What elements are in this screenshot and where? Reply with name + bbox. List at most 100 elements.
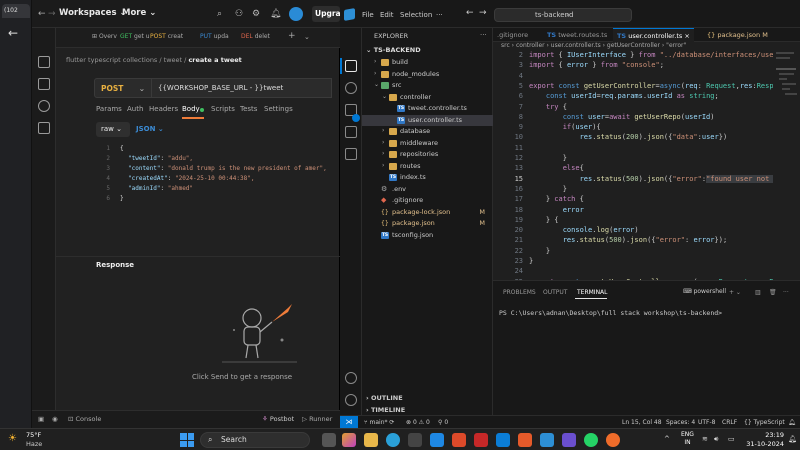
environments-icon[interactable]: [38, 78, 50, 90]
code-line[interactable]: import { error } from "console";: [529, 61, 664, 69]
code-line[interactable]: error: [529, 206, 584, 214]
subtab-tests[interactable]: Tests: [240, 105, 257, 113]
tab-overview[interactable]: ⊞ Overv: [92, 33, 117, 40]
minimap[interactable]: [773, 48, 800, 280]
outlook-icon[interactable]: [496, 433, 510, 447]
forward-arrow-icon[interactable]: →: [479, 8, 487, 18]
wifi-icon[interactable]: ≋: [702, 435, 708, 443]
edge-icon[interactable]: [386, 433, 400, 447]
encoding[interactable]: UTF-8: [698, 419, 716, 426]
cursor-position[interactable]: Ln 15, Col 48: [622, 419, 662, 426]
tree-item[interactable]: {} package.json M: [362, 218, 493, 230]
terminal-shell[interactable]: ⌨ powershell: [683, 288, 726, 295]
subtab-settings[interactable]: Settings: [264, 105, 293, 113]
tree-item[interactable]: {} package-lock.json M: [362, 207, 493, 219]
tree-item[interactable]: ⌄ controller: [362, 92, 493, 104]
subtab-body[interactable]: Body: [182, 105, 200, 113]
code-line[interactable]: res.status(200).json({"data":user}): [529, 133, 728, 141]
git-branch[interactable]: ⑂ main* ⟳: [364, 419, 394, 426]
chevron-up-icon[interactable]: ^: [664, 435, 670, 443]
line-ending[interactable]: CRLF: [722, 419, 737, 426]
indentation[interactable]: Spaces: 4: [666, 419, 695, 426]
battery-icon[interactable]: ▭: [728, 435, 735, 443]
weather-icon[interactable]: ☀: [8, 433, 17, 444]
globe-icon[interactable]: ◉: [52, 415, 58, 423]
request-name[interactable]: create a tweet: [188, 56, 241, 64]
timeline-section[interactable]: › TIMELINE: [366, 406, 405, 414]
chevron-right-icon[interactable]: ›: [374, 70, 376, 77]
app-icon[interactable]: [562, 433, 576, 447]
menu-more-icon[interactable]: ···: [436, 11, 443, 19]
panel-tab-terminal[interactable]: TERMINAL: [577, 289, 608, 296]
more-actions-icon[interactable]: ···: [783, 289, 789, 296]
breadcrumb-folder[interactable]: tweet: [164, 56, 182, 64]
notification-icon[interactable]: 🔔︎: [788, 435, 797, 443]
code-line[interactable]: try {: [529, 103, 567, 111]
subtab-params[interactable]: Params: [96, 105, 122, 113]
chevron-down-icon[interactable]: ⌄: [304, 33, 310, 41]
tree-item[interactable]: › node_modules: [362, 69, 493, 81]
tree-item[interactable]: ⚙ .env: [362, 184, 493, 196]
extensions-icon[interactable]: [345, 148, 357, 160]
tab-delete[interactable]: DEL delet: [241, 33, 270, 40]
explorer-icon[interactable]: [345, 60, 357, 72]
tab-create-tweet[interactable]: POST creat: [150, 33, 183, 40]
back-arrow-icon[interactable]: ←: [466, 8, 474, 18]
postbot-button[interactable]: ⚘ Postbot: [262, 415, 294, 423]
problems-count[interactable]: ⊗ 0 ⚠ 0: [406, 419, 430, 426]
app-icon[interactable]: [474, 433, 488, 447]
vscode-icon[interactable]: [540, 433, 554, 447]
store-icon[interactable]: [408, 433, 422, 447]
more-menu[interactable]: More ⌄: [122, 8, 156, 18]
command-search[interactable]: ts-backend: [494, 8, 632, 22]
tree-item[interactable]: TS index.ts: [362, 172, 493, 184]
code-line[interactable]: export const getUserController=async(req…: [529, 82, 782, 90]
search-icon[interactable]: ⌕: [217, 9, 222, 19]
code-line[interactable]: else{: [529, 164, 584, 172]
settings-icon[interactable]: ⚙: [252, 9, 260, 19]
taskbar-search[interactable]: Search: [200, 432, 310, 448]
panel-tab-output[interactable]: OUTPUT: [543, 289, 567, 296]
code-line[interactable]: console.log(error): [529, 226, 639, 234]
tab-get-user[interactable]: GET get u: [120, 33, 150, 40]
back-arrow-icon[interactable]: ←: [38, 9, 46, 19]
upgrade-button[interactable]: Upgrade: [312, 6, 340, 22]
body-mode-select[interactable]: raw ⌄: [96, 122, 130, 137]
avatar[interactable]: [289, 7, 303, 21]
code-line[interactable]: }: [529, 257, 533, 265]
tree-item[interactable]: ◆ .gitignore: [362, 195, 493, 207]
bell-icon[interactable]: 🔔︎: [270, 9, 281, 19]
runner-button[interactable]: ▷ Runner: [302, 415, 332, 423]
chevron-right-icon[interactable]: ›: [382, 150, 384, 157]
code-line[interactable]: res.status(500).json({"error":"found use…: [529, 174, 782, 183]
tree-item[interactable]: › routes: [362, 161, 493, 173]
tree-item[interactable]: TS tweet.controller.ts: [362, 103, 493, 115]
account-icon[interactable]: [345, 372, 357, 384]
subtab-scripts[interactable]: Scripts: [211, 105, 235, 113]
panel-tab-problems[interactable]: PROBLEMS: [503, 289, 536, 296]
outline-section[interactable]: › OUTLINE: [366, 394, 403, 402]
chevron-right-icon[interactable]: ›: [374, 58, 376, 65]
code-line[interactable]: }: [529, 247, 550, 255]
editor-tab-package-json[interactable]: {} package.json M: [703, 28, 772, 42]
chevron-right-icon[interactable]: ›: [382, 127, 384, 134]
code-editor[interactable]: 2 import { IUserInterface } from "../data…: [493, 48, 800, 280]
body-format-select[interactable]: JSON ⌄: [136, 125, 164, 133]
code-line[interactable]: }: [529, 185, 567, 193]
postman-icon[interactable]: [606, 433, 620, 447]
clock[interactable]: 23:19 31-10-2024: [740, 431, 784, 449]
browser-tab[interactable]: (102: [2, 4, 30, 18]
back-arrow-icon[interactable]: ←: [8, 26, 18, 40]
new-terminal-icon[interactable]: + ⌄: [729, 289, 741, 296]
menu-file[interactable]: File: [362, 11, 374, 19]
workspaces-menu[interactable]: Workspaces ⌄: [59, 8, 127, 18]
tree-item[interactable]: TS user.controller.ts: [362, 114, 493, 126]
code-line[interactable]: } {: [529, 216, 559, 224]
collections-icon[interactable]: [38, 56, 50, 68]
code-line[interactable]: res.status(500).json({"error": error});: [529, 236, 727, 244]
tree-item[interactable]: › database: [362, 126, 493, 138]
file-explorer-icon[interactable]: [364, 433, 378, 447]
history-icon[interactable]: [38, 100, 50, 112]
weather-temp[interactable]: 75°F: [26, 431, 41, 439]
console-button[interactable]: ⊡ Console: [68, 415, 101, 423]
